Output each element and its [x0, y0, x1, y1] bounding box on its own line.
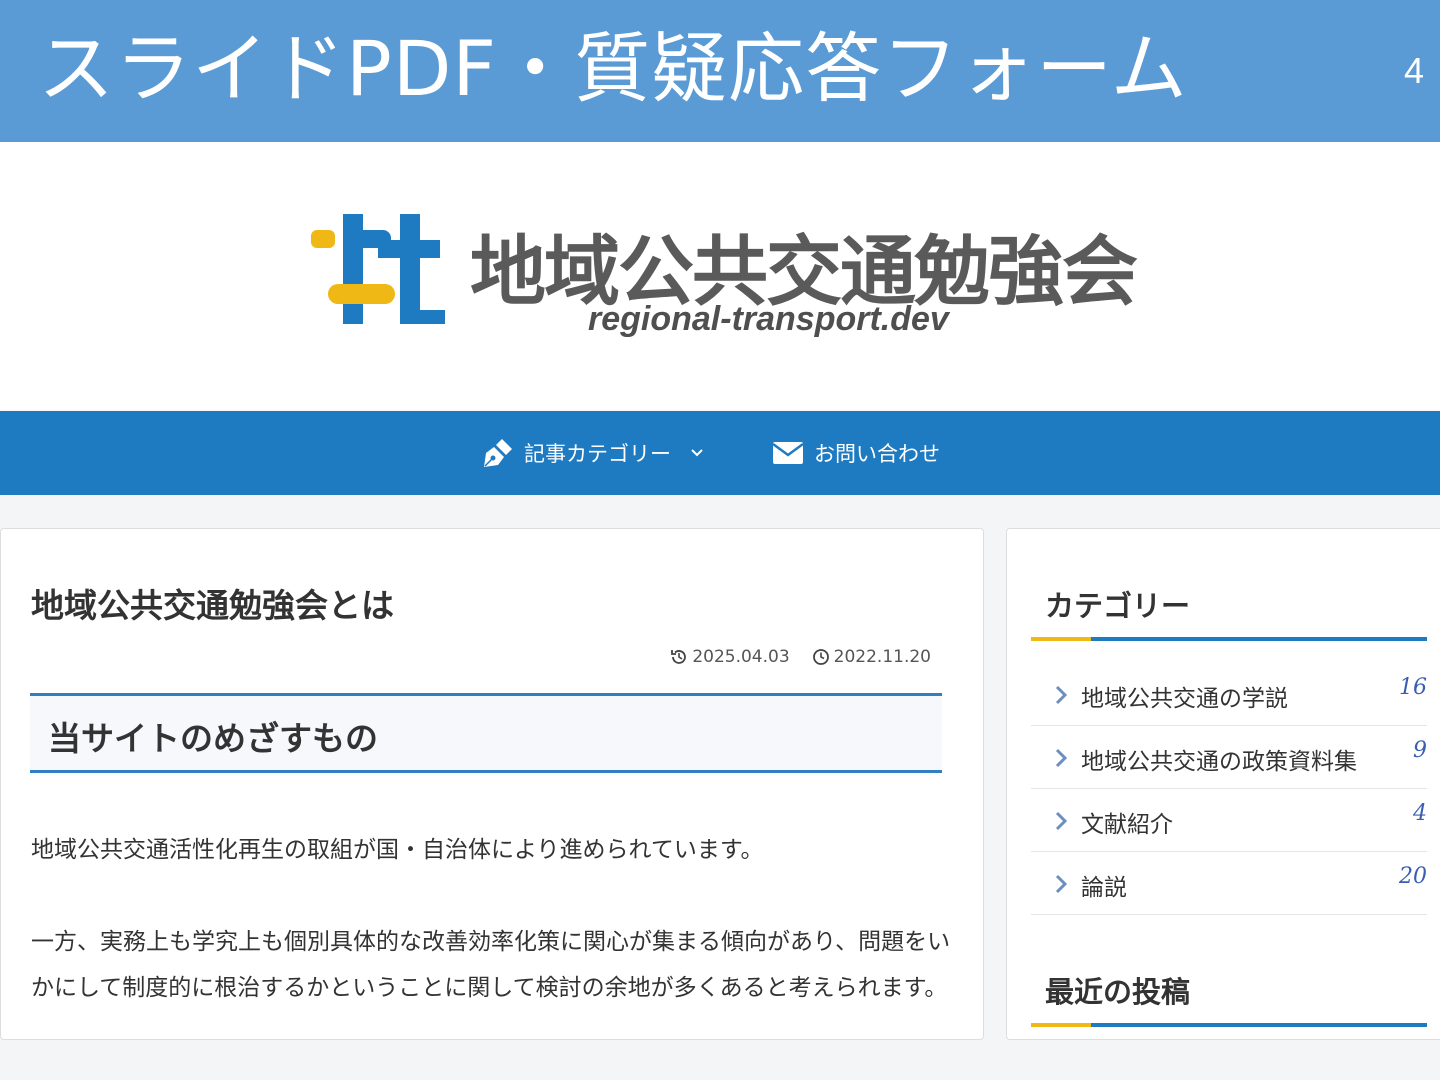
category-item[interactable]: 論説 20 — [1031, 852, 1427, 915]
widget-underline — [1031, 1023, 1427, 1027]
category-label: 論説 — [1081, 875, 1127, 901]
categories-widget-title: カテゴリー — [1045, 589, 1191, 623]
category-label: 文献紹介 — [1081, 812, 1173, 838]
chevron-down-icon — [691, 445, 713, 461]
section-heading-text: 当サイトのめざすもの — [48, 719, 378, 758]
site-header: 地域公共交通勉強会 regional-transport.dev — [0, 142, 1440, 411]
category-item[interactable]: 地域公共交通の政策資料集 9 — [1031, 726, 1427, 789]
nav-item-categories[interactable]: 記事カテゴリー — [480, 435, 713, 471]
history-icon — [671, 650, 687, 664]
updated-date: 2025.04.03 — [670, 647, 790, 667]
updated-date-text: 2025.04.03 — [692, 647, 790, 667]
category-count: 20 — [1399, 864, 1427, 889]
chevron-right-icon — [1055, 874, 1067, 894]
nav-item-contact-label: お問い合わせ — [814, 442, 940, 466]
article-dates: 2025.04.03 2022.11.20 — [670, 647, 931, 667]
section-heading: 当サイトのめざすもの — [30, 693, 942, 773]
category-item[interactable]: 地域公共交通の学説 16 — [1031, 663, 1427, 726]
category-count: 9 — [1413, 738, 1427, 763]
category-count: 4 — [1413, 801, 1427, 826]
envelope-icon — [772, 442, 804, 464]
nav-item-contact[interactable]: お問い合わせ — [772, 435, 940, 471]
slide-page-number: 4 — [1403, 50, 1424, 91]
category-item[interactable]: 文献紹介 4 — [1031, 789, 1427, 852]
clock-icon — [812, 649, 829, 665]
widget-underline — [1031, 637, 1427, 641]
published-date-text: 2022.11.20 — [833, 647, 931, 667]
published-date: 2022.11.20 — [812, 647, 931, 667]
main-navigation: 記事カテゴリー お問い合わせ — [0, 411, 1440, 495]
recent-posts-widget-title: 最近の投稿 — [1045, 975, 1191, 1009]
article-title: 地域公共交通勉強会とは — [31, 586, 394, 625]
category-label: 地域公共交通の学説 — [1081, 686, 1288, 712]
slide-header: スライドPDF・質疑応答フォーム 4 — [0, 0, 1440, 142]
article-paragraph: 一方、実務上も学究上も個別具体的な改善効率化策に関心が集まる傾向があり、問題をい… — [31, 929, 951, 1001]
slide-title: スライドPDF・質疑応答フォーム — [38, 24, 1188, 113]
chevron-right-icon — [1055, 685, 1067, 705]
category-label: 地域公共交通の政策資料集 — [1081, 749, 1357, 775]
article-card: 地域公共交通勉強会とは 2025.04.03 2022.11.20 当サイトのめ… — [0, 528, 984, 1040]
site-domain: regional-transport.dev — [588, 300, 949, 338]
site-logo-link[interactable]: 地域公共交通勉強会 regional-transport.dev — [300, 202, 1140, 352]
chevron-right-icon — [1055, 811, 1067, 831]
category-count: 16 — [1399, 675, 1427, 700]
sidebar: カテゴリー 地域公共交通の学説 16 地域公共交通の政策資料集 9 文献紹介 4… — [1006, 528, 1440, 1040]
chevron-right-icon — [1055, 748, 1067, 768]
article-paragraph: 地域公共交通活性化再生の取組が国・自治体により進められています。 — [31, 837, 764, 863]
nav-item-categories-label: 記事カテゴリー — [524, 442, 671, 466]
category-list: 地域公共交通の学説 16 地域公共交通の政策資料集 9 文献紹介 4 論説 20 — [1031, 663, 1427, 915]
pen-icon — [484, 439, 512, 467]
rt-logo-icon — [311, 214, 445, 324]
